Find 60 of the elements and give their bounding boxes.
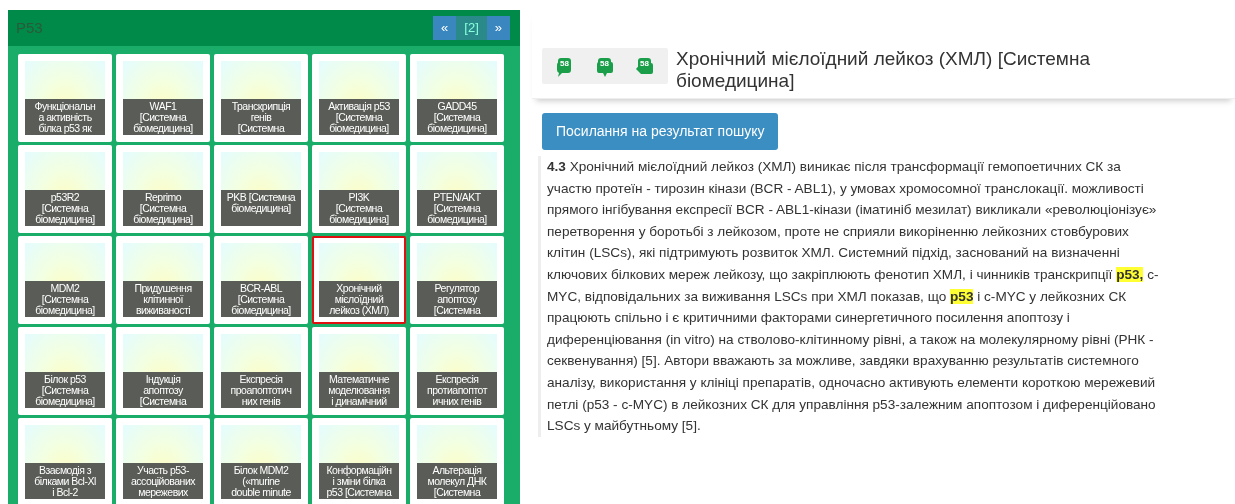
topic-tile[interactable]: Експресія проапоптотич них генів xyxy=(214,327,308,415)
comment-count-button[interactable]: 58 xyxy=(552,56,578,76)
topic-tile[interactable]: Індукція апоптозу [Системна xyxy=(116,327,210,415)
topic-tile[interactable]: PKB [Системна біомедицина] xyxy=(214,145,308,233)
tile-caption: PKB [Системна біомедицина] xyxy=(221,190,301,226)
tile-caption: Регулятор апоптозу [Системна xyxy=(417,281,497,317)
tile-caption: Експресія проапоптотич них генів xyxy=(221,372,301,408)
topic-tile[interactable]: p53R2 [Системна біомедицина] xyxy=(18,145,112,233)
tile-caption: Математичне моделювання і динамічний xyxy=(319,372,399,408)
topic-tile[interactable]: GADD45 [Системна біомедицина] xyxy=(410,54,504,142)
tile-caption: Активація p53 [Системна біомедицина] xyxy=(319,99,399,135)
tile-caption: Участь p53- ассоційованих мережевих xyxy=(123,463,203,499)
count-badge: 58 xyxy=(638,58,651,70)
tile-caption: p53R2 [Системна біомедицина] xyxy=(25,190,105,226)
tile-caption: Експресія протиапоптот ичних генів xyxy=(417,372,497,408)
topic-tile[interactable]: Участь p53- ассоційованих мережевих xyxy=(116,418,210,504)
tile-caption: Конформаційн і зміни білка p53 [Системна xyxy=(319,463,399,499)
tile-caption: MDM2 [Системна біомедицина] xyxy=(25,281,105,317)
search-result-link-button[interactable]: Посилання на результат пошуку xyxy=(542,113,779,150)
topic-tile[interactable]: Альтерація молекул ДНК [Системна xyxy=(410,418,504,504)
tile-caption: Білок p53 [Системна біомедицина] xyxy=(25,372,105,408)
topic-tile[interactable]: PI3K [Системна біомедицина] xyxy=(312,145,406,233)
tile-caption: PTEN/AKT [Системна біомедицина] xyxy=(417,190,497,226)
tile-caption: Індукція апоптозу [Системна xyxy=(123,372,203,408)
topic-tile[interactable]: MDM2 [Системна біомедицина] xyxy=(18,236,112,324)
topic-tile[interactable]: Функціональн а активність білка p53 як xyxy=(18,54,112,142)
tile-caption: Придушення клітинної виживаності xyxy=(123,281,203,317)
tile-caption: Взаємодія з білками Bcl-Xl і Bcl-2 xyxy=(25,463,105,499)
topic-tile[interactable]: Експресія протиапоптот ичних генів xyxy=(410,327,504,415)
tile-caption: Функціональн а активність білка p53 як xyxy=(25,99,105,135)
tile-caption: Транскрипція генів [Системна xyxy=(221,99,301,135)
tile-caption: Білок MDM2 («murine double minute xyxy=(221,463,301,499)
tile-caption: Альтерація молекул ДНК [Системна xyxy=(417,463,497,499)
topic-tile[interactable]: Активація p53 [Системна біомедицина] xyxy=(312,54,406,142)
topic-tile[interactable]: Математичне моделювання і динамічний xyxy=(312,327,406,415)
topic-tile[interactable]: Взаємодія з білками Bcl-Xl і Bcl-2 xyxy=(18,418,112,504)
topic-tile[interactable]: Білок p53 [Системна біомедицина] xyxy=(18,327,112,415)
topic-tile[interactable]: Хронічний мієлоїдний лейкоз (ХМЛ) xyxy=(312,236,406,324)
topic-tile[interactable]: WAF1 [Системна біомедицина] xyxy=(116,54,210,142)
tile-caption: Reprimo [Системна біомедицина] xyxy=(123,190,203,226)
previous-page-button[interactable]: « xyxy=(433,16,457,40)
current-page-button[interactable]: [2] xyxy=(456,16,487,40)
article-title: Хронічний мієлоїдний лейкоз (ХМЛ) [Системна біомедицина] xyxy=(676,48,1091,92)
tile-caption: GADD45 [Системна біомедицина] xyxy=(417,99,497,135)
tile-caption: PI3K [Системна біомедицина] xyxy=(319,190,399,226)
topic-tile[interactable]: Конформаційн і зміни білка p53 [Системна xyxy=(312,418,406,504)
topic-tile[interactable]: Придушення клітинної виживаності xyxy=(116,236,210,324)
topic-tile[interactable]: Білок MDM2 («murine double minute xyxy=(214,418,308,504)
topic-tile[interactable]: Транскрипція генів [Системна xyxy=(214,54,308,142)
tile-caption: BCR-ABL [Системна біомедицина] xyxy=(221,281,301,317)
topic-tile[interactable]: PTEN/AKT [Системна біомедицина] xyxy=(410,145,504,233)
comment-count-button[interactable]: 58 xyxy=(592,56,618,76)
next-page-button[interactable]: » xyxy=(486,16,510,40)
comment-count-button[interactable]: 58 xyxy=(632,56,658,76)
tile-caption: Хронічний мієлоїдний лейкоз (ХМЛ) xyxy=(319,281,399,317)
article-paragraph: 4.3 Хронічний мієлоїдний лейкоз (ХМЛ) виникає після трансформації гемопоетичних СК за участю протеїн - тирозин кінази (BCR - ABL1), у умовах хромосомної транслокації. можливості прямого інгібування експресії BCR - ABL1-кінази (іматиніб мезилат) викликали «революціонізує» перетворення у боротьбі з лейкозом, проте не сприяли викоріненню лейкозних стовбурових клітин (LSCs), які підтримують розвиток ХМЛ. Системний підхід, заснований на визначенні ключових білкових мереж лейкозу, що закріплюють фенотип ХМЛ, і чинників транскрипції p53, с- MYC, відповідальних за виживання LSCs при ХМЛ показав, що p53 і с-MYC у лейкозних СК працюють спільно і є критичними факторами синергетичного посилення апоптозу і диференціювання (in vitro) на стволово-клітинному рівні, а також на молекулярному рівні (РНК - секвенування) [5]. Автори вважають за можливе, завдяки врахуванню результатів системного аналізу, використання у клініці препаратів, одночасно активують елементи короткою мережевий петлі (p53 - c-MYC) в лейкозних СК для управління p53-залежним апоптозом і диференційовано LSCs у майбутньому [5]. xyxy=(538,156,1235,437)
topic-tile[interactable]: BCR-ABL [Системна біомедицина] xyxy=(214,236,308,324)
tile-caption: WAF1 [Системна біомедицина] xyxy=(123,99,203,135)
topic-tile[interactable]: Регулятор апоптозу [Системна xyxy=(410,236,504,324)
topic-tile[interactable]: Reprimo [Системна біомедицина] xyxy=(116,145,210,233)
